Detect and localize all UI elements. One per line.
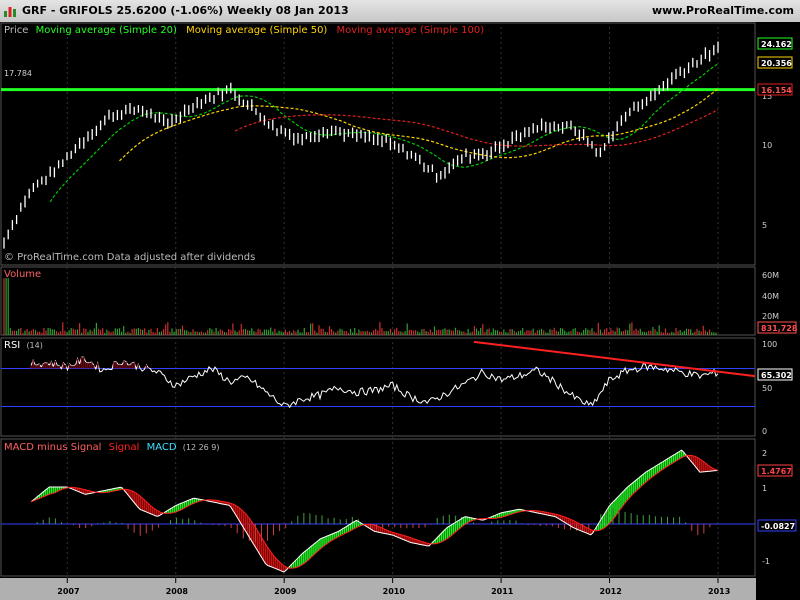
macd-panel[interactable] — [0, 438, 756, 577]
label-ma50: Moving average (Simple 50) — [186, 25, 327, 36]
volume-label: Volume — [4, 269, 41, 280]
macd-tick-neg1: -1 — [762, 557, 770, 566]
label-price: Price — [4, 25, 28, 36]
rsi-label: RSI — [4, 340, 20, 351]
vol-tick-60m: 60M — [762, 271, 779, 280]
macd-tick-1: 1 — [762, 484, 767, 493]
x-label-2013: 2013 — [708, 587, 730, 596]
vol-tick-20m: 20M — [762, 312, 779, 321]
badge-volume: 831,728 — [761, 324, 798, 333]
badge-ma20: 24.162 — [761, 40, 792, 49]
badge-ma50: 20.356 — [761, 59, 792, 68]
macd-label: MACD — [147, 442, 177, 453]
badge-macd: 1.4767 — [761, 467, 792, 476]
x-label-2011: 2011 — [491, 587, 514, 596]
macd-params: (12 26 9) — [183, 443, 220, 452]
price-tick-5: 5 — [762, 221, 767, 230]
chart-area[interactable]: Price Moving average (Simple 20) Moving … — [0, 22, 800, 600]
badge-rsi: 65.302 — [761, 371, 792, 380]
watermark: © ProRealTime.com Data adjusted after di… — [4, 252, 255, 263]
chart-bars-icon — [4, 7, 16, 17]
macd-tick-2: 2 — [762, 449, 767, 458]
resistance-label: 17.784 — [4, 69, 32, 78]
x-label-2010: 2010 — [383, 587, 406, 596]
macd-legend: MACD minus Signal Signal MACD (12 26 9) — [4, 442, 220, 453]
label-ma100: Moving average (Simple 100) — [337, 25, 485, 36]
vol-tick-40m: 40M — [762, 292, 779, 301]
macd-hist-label: MACD minus Signal — [4, 442, 101, 453]
rsi-panel[interactable] — [0, 337, 756, 437]
badge-hist: -0.0827 — [761, 522, 795, 531]
rsi-tick-50: 50 — [762, 384, 772, 393]
site-link[interactable]: www.ProRealTime.com — [652, 4, 794, 17]
title-bar: GRF - GRIFOLS 25.6200 (-1.06%) Weekly 08… — [0, 0, 800, 23]
macd-signal-label: Signal — [109, 442, 140, 453]
x-axis-strip — [0, 578, 756, 600]
price-tick-10: 10 — [762, 141, 772, 150]
x-label-2008: 2008 — [166, 587, 189, 596]
instrument-title: GRF - GRIFOLS 25.6200 (-1.06%) Weekly 08… — [22, 4, 349, 17]
rsi-legend: RSI (14) — [4, 340, 43, 351]
rsi-tick-100: 100 — [762, 340, 777, 349]
x-label-2007: 2007 — [57, 587, 79, 596]
price-legend: Price Moving average (Simple 20) Moving … — [4, 25, 484, 36]
badge-ma100: 16.154 — [761, 86, 792, 95]
x-label-2012: 2012 — [600, 587, 622, 596]
x-label-2009: 2009 — [274, 587, 297, 596]
rsi-params: (14) — [26, 341, 42, 350]
label-ma20: Moving average (Simple 20) — [36, 25, 177, 36]
volume-panel[interactable] — [0, 266, 756, 336]
rsi-tick-0: 0 — [762, 427, 767, 436]
